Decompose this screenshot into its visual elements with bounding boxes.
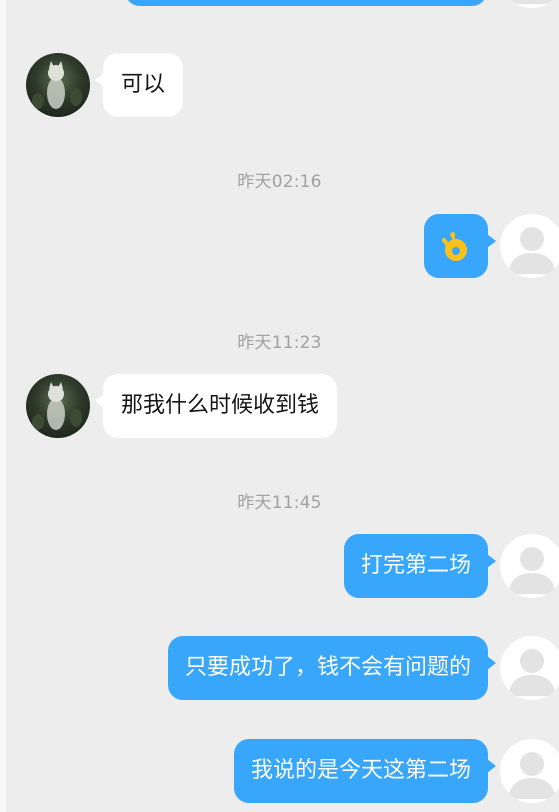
cat-photo-avatar-icon xyxy=(32,61,82,109)
self-avatar[interactable] xyxy=(500,214,559,278)
left-edge-strip xyxy=(0,0,6,812)
partial-outgoing-bubble[interactable] xyxy=(125,0,487,6)
self-avatar-partial[interactable] xyxy=(500,0,559,8)
contact-avatar[interactable] xyxy=(26,374,90,438)
person-icon xyxy=(508,649,556,696)
person-icon xyxy=(508,752,556,799)
contact-avatar[interactable] xyxy=(26,53,90,117)
cat-photo-avatar-icon xyxy=(32,382,82,430)
outgoing-message-bubble[interactable]: 只要成功了，钱不会有问题的 xyxy=(167,636,497,700)
outgoing-message-bubble[interactable]: 我说的是今天这第二场 xyxy=(233,739,497,803)
self-avatar[interactable] xyxy=(500,636,559,700)
outgoing-message-bubble[interactable]: 打完第二场 xyxy=(343,534,497,598)
self-avatar[interactable] xyxy=(500,739,559,803)
outgoing-sticker-bubble[interactable] xyxy=(424,214,496,278)
person-icon xyxy=(508,227,556,274)
incoming-message-bubble[interactable]: 那我什么时候收到钱 xyxy=(94,374,338,438)
person-icon xyxy=(508,547,556,594)
self-avatar[interactable] xyxy=(500,534,559,598)
ok-hand-emoji-icon xyxy=(442,232,467,261)
incoming-message-bubble[interactable]: 可以 xyxy=(94,53,184,117)
timestamp: 昨天02:16 xyxy=(237,172,322,192)
timestamp: 昨天11:23 xyxy=(237,333,322,353)
person-icon xyxy=(508,0,556,4)
timestamp: 昨天11:45 xyxy=(237,493,322,513)
